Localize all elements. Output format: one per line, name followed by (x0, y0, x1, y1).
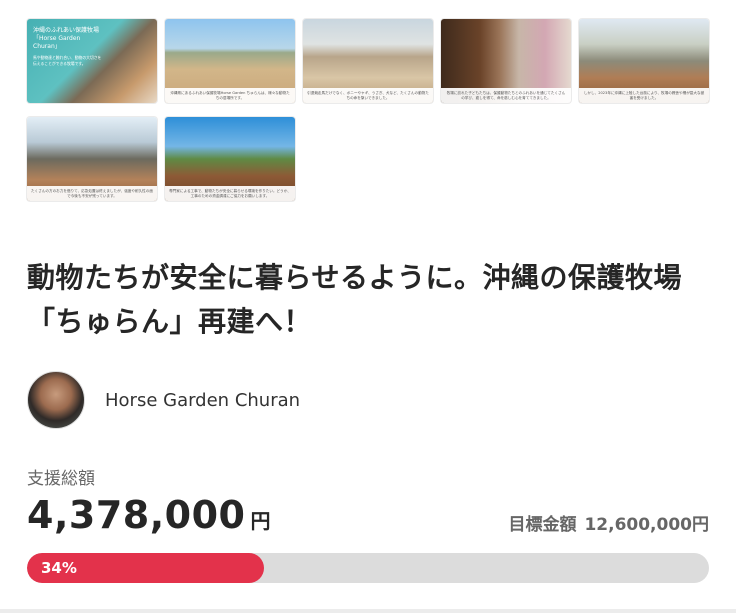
project-owner[interactable]: Horse Garden Churan (27, 371, 300, 429)
thumbnail-caption: しかし、2023年に沖縄に上陸した台風により、牧場の厩舎や柵が甚大な被害を受けま… (579, 88, 709, 103)
thumbnail-caption: たくさんの方のお力を借りて、応急処置は終えましたが、強度や耐久性の面で今後も不安… (27, 186, 157, 201)
thumbnail-caption: 専門家による工事で、動物たちが安全に暮らせる環境を作りたい。どうか、工事のための… (165, 186, 295, 201)
gallery-thumbnail[interactable]: 沖縄県にあるふれあい保護牧場Horse Garden ちゅらんは、様々な動物たち… (165, 19, 295, 103)
gallery-thumbnail[interactable]: しかし、2023年に沖縄に上陸した台風により、牧場の厩舎や柵が甚大な被害を受けま… (579, 19, 709, 103)
goal-label: 目標金額 (508, 515, 577, 535)
gallery-thumbnail[interactable]: 牧場に訪れた子どもたちは、保護動物たちとのふれあいを通じてたくさんの学び、癒しを… (441, 19, 571, 103)
gallery-thumbnail[interactable]: 沖縄のふれあい保護牧場「Horse Garden Churan」 馬や動物達と触… (27, 19, 157, 103)
amount-value: 4,378,000 (27, 493, 246, 537)
section-divider (0, 609, 736, 613)
progress-bar: 34% (27, 553, 709, 583)
support-total-amount: 4,378,000 円 (27, 493, 270, 537)
thumbnail-caption: 牧場に訪れた子どもたちは、保護動物たちとのふれあいを通じてたくさんの学び、癒しを… (441, 88, 571, 103)
thumbnail-overlay-title: 沖縄のふれあい保護牧場「Horse Garden Churan」 (33, 27, 100, 50)
thumbnail-caption: 引退競走馬だけでなく、ポニーやヤギ、うさぎ、犬など、たくさんの動物たちの命を繋い… (303, 88, 433, 103)
thumbnail-caption: 沖縄県にあるふれあい保護牧場Horse Garden ちゅらんは、様々な動物たち… (165, 88, 295, 103)
goal-amount: 目標金額 12,600,000円 (508, 510, 709, 535)
gallery-thumbnail[interactable]: 専門家による工事で、動物たちが安全に暮らせる環境を作りたい。どうか、工事のための… (165, 117, 295, 201)
amount-unit: 円 (250, 509, 271, 533)
owner-name[interactable]: Horse Garden Churan (105, 390, 300, 411)
thumbnail-overlay-subtitle: 馬や動物達と触れ合い、動物の大切さを伝えることができる牧場です。 (33, 55, 102, 66)
project-title: 動物たちが安全に暮らせるように。沖縄の保護牧場「ちゅらん」再建へ！ (27, 261, 682, 338)
gallery-thumbnail[interactable]: たくさんの方のお力を借りて、応急処置は終えましたが、強度や耐久性の面で今後も不安… (27, 117, 157, 201)
gallery-thumbnail[interactable]: 引退競走馬だけでなく、ポニーやヤギ、うさぎ、犬など、たくさんの動物たちの命を繋い… (303, 19, 433, 103)
avatar[interactable] (27, 371, 85, 429)
thumbnail-overlay: 沖縄のふれあい保護牧場「Horse Garden Churan」 馬や動物達と触… (33, 27, 103, 66)
progress-bar-fill: 34% (27, 553, 264, 583)
progress-percent: 34% (41, 559, 77, 577)
goal-value: 12,600,000円 (584, 515, 709, 535)
support-total-label: 支援総額 (27, 469, 95, 489)
